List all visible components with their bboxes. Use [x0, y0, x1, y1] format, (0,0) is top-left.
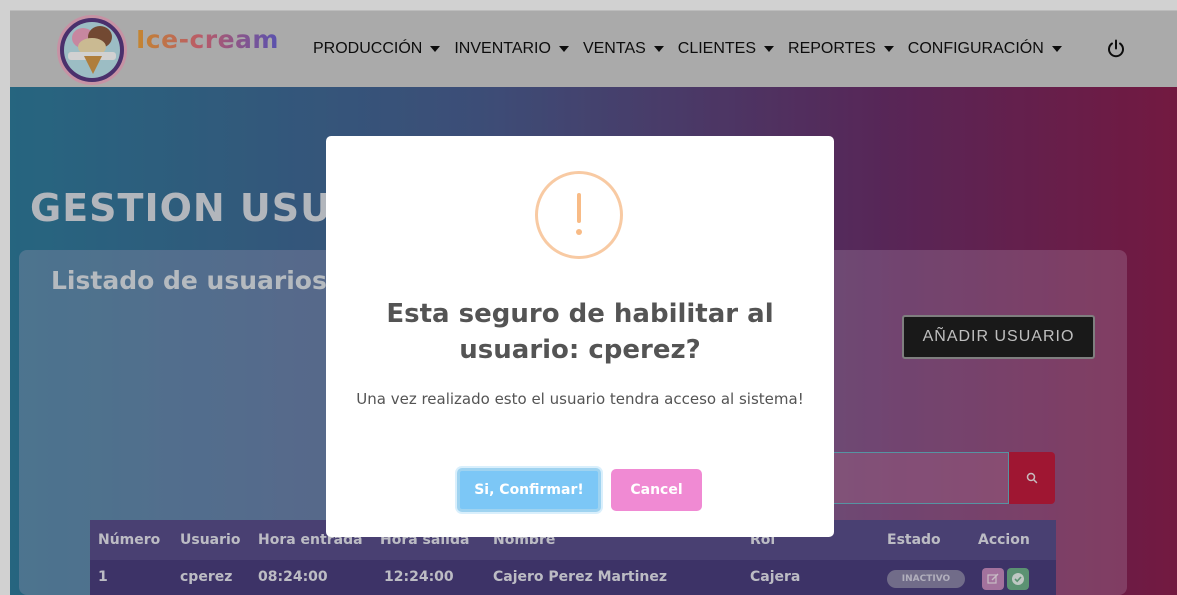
- warning-icon: [535, 171, 623, 259]
- cancel-button[interactable]: Cancel: [611, 469, 702, 511]
- confirm-button[interactable]: Si, Confirmar!: [457, 468, 601, 512]
- dialog-title: Esta seguro de habilitar al usuario: cpe…: [386, 299, 774, 365]
- dialog-text: Una vez realizado esto el usuario tendra…: [356, 390, 804, 408]
- confirm-dialog: Esta seguro de habilitar al usuario: cpe…: [326, 136, 834, 537]
